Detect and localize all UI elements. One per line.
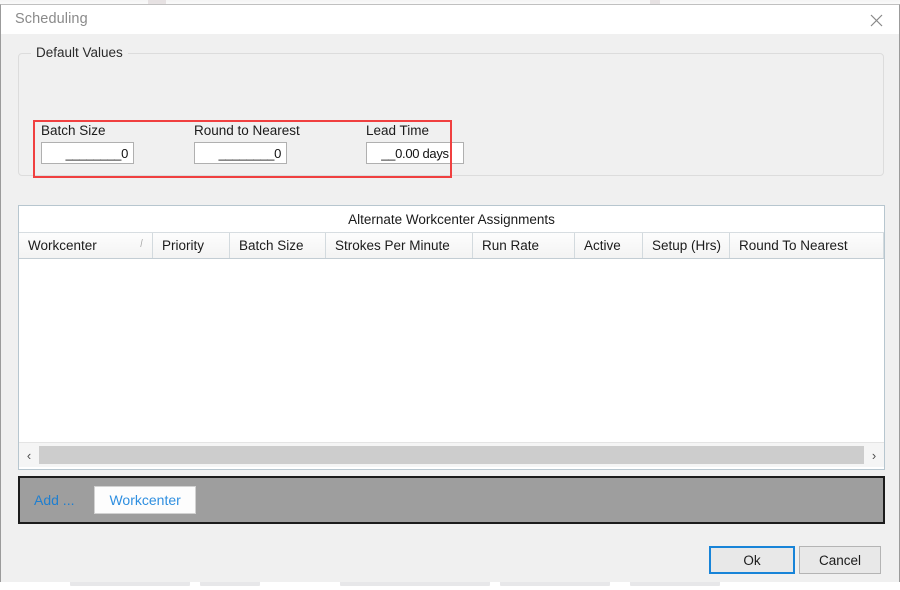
column-header-run-rate[interactable]: Run Rate [473,233,575,258]
horizontal-scrollbar[interactable]: ‹ › [19,442,884,467]
lead-time-value: __0.00 days [381,145,449,161]
column-header-setup-hrs[interactable]: Setup (Hrs) [643,233,730,258]
column-header-priority[interactable]: Priority [153,233,230,258]
round-to-nearest-field: Round to Nearest ________0 [194,123,300,164]
lead-time-label: Lead Time [366,123,430,138]
grid-body-empty[interactable] [19,259,884,442]
scheduling-dialog: Scheduling Default Values Batch Size ___… [0,4,900,582]
round-to-nearest-input[interactable]: ________0 [194,142,287,164]
batch-size-value: ________0 [65,145,129,161]
column-header-label: Active [584,238,621,253]
sort-ascending-icon: / [140,238,143,250]
column-header-label: Batch Size [239,238,304,253]
close-icon[interactable] [853,5,899,35]
round-to-nearest-label: Round to Nearest [194,123,300,138]
column-header-batch-size[interactable]: Batch Size [230,233,326,258]
column-header-label: Run Rate [482,238,540,253]
title-bar: Scheduling [1,5,899,35]
column-header-label: Setup (Hrs) [652,238,722,253]
lead-time-field: Lead Time __0.00 days [366,123,464,164]
default-values-legend: Default Values [31,45,128,60]
ok-button[interactable]: Ok [709,546,795,574]
scrollbar-thumb[interactable] [39,446,864,464]
column-header-strokes-per-minute[interactable]: Strokes Per Minute [326,233,473,258]
batch-size-field: Batch Size ________0 [41,123,134,164]
column-header-label: Workcenter [28,238,97,253]
column-header-label: Round To Nearest [739,238,848,253]
grid-header-row: Workcenter / Priority Batch Size Strokes… [19,232,884,259]
scroll-right-arrow-icon[interactable]: › [864,443,884,467]
round-to-nearest-value: ________0 [218,145,282,161]
column-header-round-to-nearest[interactable]: Round To Nearest [730,233,884,258]
add-label: Add ... [34,492,75,508]
dialog-client-area: Default Values Batch Size ________0 Roun… [1,35,899,582]
column-header-active[interactable]: Active [575,233,643,258]
cancel-button[interactable]: Cancel [799,546,881,574]
alternate-workcenter-grid: Alternate Workcenter Assignments Workcen… [18,205,885,470]
add-toolbar: Add ... Workcenter [18,476,885,524]
batch-size-input[interactable]: ________0 [41,142,134,164]
scroll-left-arrow-icon[interactable]: ‹ [19,443,39,467]
column-header-label: Strokes Per Minute [335,238,450,253]
window-title: Scheduling [15,11,88,27]
column-header-workcenter[interactable]: Workcenter / [19,233,153,258]
add-workcenter-button[interactable]: Workcenter [94,486,196,514]
grid-caption: Alternate Workcenter Assignments [19,206,884,232]
column-header-label: Priority [162,238,205,253]
lead-time-input[interactable]: __0.00 days [366,142,464,164]
batch-size-label: Batch Size [41,123,106,138]
